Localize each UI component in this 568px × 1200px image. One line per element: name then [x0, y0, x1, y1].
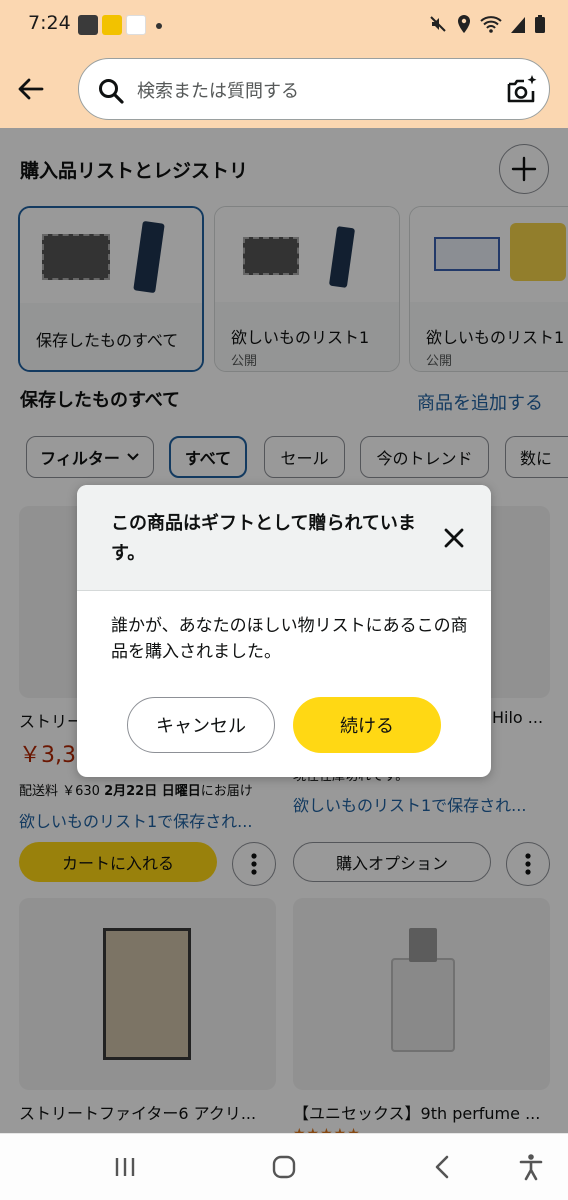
dialog-header: この商品はギフトとして贈られています。 [77, 485, 491, 591]
dialog-message: 誰かが、あなたのほしい物リストにあるこの商品を購入されました。 [111, 616, 468, 662]
mute-icon [430, 16, 446, 32]
cancel-button[interactable]: キャンセル [127, 697, 275, 753]
back-arrow-icon[interactable] [14, 72, 48, 106]
search-placeholder: 検索または質問する [137, 81, 299, 102]
camera-search-icon[interactable] [505, 73, 539, 107]
search-header: 検索または質問する [0, 52, 568, 128]
signal-icon [511, 17, 525, 33]
accessibility-icon[interactable] [516, 1152, 546, 1182]
wifi-icon [480, 16, 502, 33]
recent-apps-icon[interactable] [110, 1152, 140, 1182]
location-icon [458, 15, 470, 33]
status-time: 7:24 [28, 12, 71, 34]
status-bar: 7:24 [0, 0, 568, 52]
home-icon[interactable] [269, 1152, 299, 1182]
gallery-notification-icon [78, 15, 98, 35]
photos-notification-icon [126, 15, 146, 35]
search-input[interactable]: 検索または質問する [78, 58, 550, 120]
system-status-icons [428, 14, 546, 34]
battery-icon [535, 15, 545, 33]
back-nav-icon[interactable] [428, 1152, 458, 1182]
close-icon[interactable] [443, 527, 465, 549]
search-icon [99, 79, 124, 104]
more-notifications-icon [156, 23, 162, 29]
dialog-title: この商品はギフトとして贈られています。 [111, 513, 416, 564]
continue-button[interactable]: 続ける [293, 697, 441, 753]
app-notification-icon [102, 15, 122, 35]
system-nav-bar [0, 1133, 568, 1200]
gift-notice-dialog: この商品はギフトとして贈られています。 誰かが、あなたのほしい物リストにあるこの… [77, 485, 491, 777]
